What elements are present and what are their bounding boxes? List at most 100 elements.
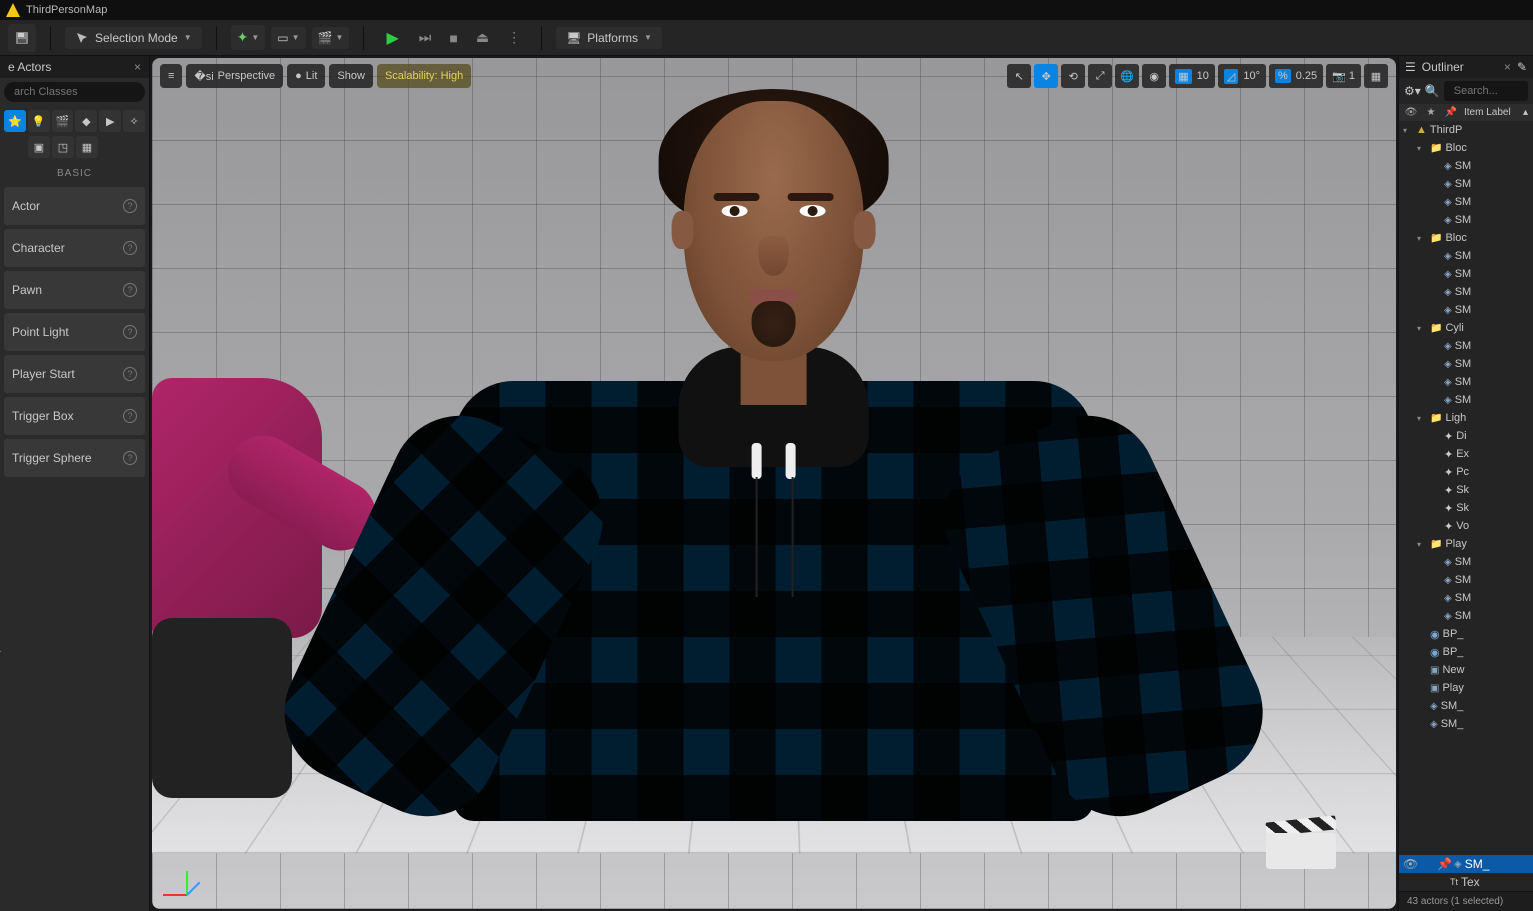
place-actors-tab[interactable]: e Actors × xyxy=(0,56,149,78)
grid-snap-button[interactable]: ▦10 xyxy=(1169,64,1215,88)
tree-row[interactable]: ◈SM xyxy=(1399,157,1533,175)
play-button[interactable]: ▶ xyxy=(378,24,406,52)
filter-cinematic-button[interactable]: 🎬 xyxy=(52,110,74,132)
outliner-tree[interactable]: ▾▲ThirdP▾📁Bloc◈SM◈SM◈SM◈SM▾📁Bloc◈SM◈SM◈S… xyxy=(1399,121,1533,855)
tree-row[interactable]: ◈SM xyxy=(1399,301,1533,319)
filter-all-button[interactable]: ▦ xyxy=(76,136,98,158)
help-icon[interactable]: ? xyxy=(123,409,137,423)
tree-row[interactable]: ◈SM_ xyxy=(1399,715,1533,733)
tree-row[interactable]: ▣New xyxy=(1399,661,1533,679)
viewport-layout-button[interactable]: ▦ xyxy=(1364,64,1388,88)
select-mode-button[interactable]: ↖ xyxy=(1007,64,1031,88)
expand-icon[interactable]: ▾ xyxy=(1417,540,1427,549)
filter-lights-button[interactable]: 💡 xyxy=(28,110,50,132)
item-label-column[interactable]: Item Label xyxy=(1464,107,1517,118)
viewport[interactable] xyxy=(152,58,1396,909)
eject-button[interactable]: ⏏ xyxy=(470,25,495,50)
tree-row[interactable]: ▾▲ThirdP xyxy=(1399,121,1533,139)
tree-row[interactable]: ✦Sk xyxy=(1399,481,1533,499)
filter-media-button[interactable]: ▶ xyxy=(99,110,121,132)
settings-icon[interactable]: ⚙▾ xyxy=(1404,84,1421,98)
tree-row[interactable]: ★◉BP_ xyxy=(1399,643,1533,661)
bookmark-column-icon[interactable]: ★ xyxy=(1424,107,1438,118)
pin-icon[interactable]: 📌 xyxy=(1437,857,1451,871)
blueprint-button[interactable]: ▭ ▼ xyxy=(271,27,305,49)
outliner-tab[interactable]: ☰ Outliner × ✎ xyxy=(1399,56,1533,78)
tree-row[interactable]: Tt Tex xyxy=(1399,873,1533,891)
tree-row[interactable]: ◈SM xyxy=(1399,589,1533,607)
tree-row-selected[interactable]: 👁 📌 ◈ SM_ xyxy=(1399,855,1533,873)
tree-row[interactable]: ◈SM xyxy=(1399,391,1533,409)
scalability-button[interactable]: Scalability: High xyxy=(377,64,471,88)
tree-row[interactable]: ▾📁Ligh xyxy=(1399,409,1533,427)
tree-row[interactable]: ◈SM xyxy=(1399,373,1533,391)
rotate-mode-button[interactable]: ⟲ xyxy=(1061,64,1085,88)
platforms-dropdown[interactable]: 🖥 Platforms ▼ xyxy=(556,27,662,49)
tree-row[interactable]: ▣Play xyxy=(1399,679,1533,697)
help-icon[interactable]: ? xyxy=(123,325,137,339)
visibility-icon[interactable]: 👁 xyxy=(1403,857,1417,871)
tree-row[interactable]: ◈SM_ xyxy=(1399,697,1533,715)
filter-favorites-button[interactable]: ⭐ xyxy=(4,110,26,132)
filter-shapes-button[interactable]: ◆ xyxy=(75,110,97,132)
expand-icon[interactable]: ▾ xyxy=(1417,144,1427,153)
tree-row[interactable]: ◈SM xyxy=(1399,283,1533,301)
tree-row[interactable]: ◈SM xyxy=(1399,337,1533,355)
tree-row[interactable]: ◈SM xyxy=(1399,553,1533,571)
actor-item-trigger-box[interactable]: Trigger Box ? xyxy=(4,397,145,435)
tree-row[interactable]: ◈SM xyxy=(1399,247,1533,265)
camera-speed-button[interactable]: 📷1 xyxy=(1326,64,1361,88)
filter-geometry-button[interactable]: ▣ xyxy=(28,136,50,158)
tree-row[interactable]: ✦Ex xyxy=(1399,445,1533,463)
tree-row[interactable]: ◈SM xyxy=(1399,607,1533,625)
tree-row[interactable]: ◈SM xyxy=(1399,355,1533,373)
actor-item-character[interactable]: Character ? xyxy=(4,229,145,267)
tree-row[interactable]: ◈SM xyxy=(1399,571,1533,589)
translate-mode-button[interactable]: ✥ xyxy=(1034,64,1058,88)
tree-row[interactable]: ◉BP_ xyxy=(1399,625,1533,643)
actor-item-pawn[interactable]: Pawn ? xyxy=(4,271,145,309)
close-icon[interactable]: × xyxy=(1504,60,1511,74)
outliner-search-input[interactable] xyxy=(1444,81,1528,101)
actor-item-actor[interactable]: Actor ? xyxy=(4,187,145,225)
tree-row[interactable]: ◈SM xyxy=(1399,175,1533,193)
scale-snap-button[interactable]: %0.25 xyxy=(1269,64,1323,88)
tree-row[interactable]: ▾📁Play xyxy=(1399,535,1533,553)
pin-column-icon[interactable]: 📌 xyxy=(1444,107,1458,118)
close-icon[interactable]: × xyxy=(134,60,141,74)
play-options-button[interactable]: ⋮ xyxy=(501,25,527,50)
expand-icon[interactable]: ▾ xyxy=(1417,324,1427,333)
perspective-dropdown[interactable]: �si Perspective xyxy=(186,64,283,88)
surface-snap-button[interactable]: ◉ xyxy=(1142,64,1166,88)
sort-icon[interactable]: ▴ xyxy=(1523,107,1528,118)
tree-row[interactable]: ✦Di xyxy=(1399,427,1533,445)
tree-row[interactable]: ◈SM xyxy=(1399,193,1533,211)
scale-mode-button[interactable]: ⤢ xyxy=(1088,64,1112,88)
tree-row[interactable]: ▾📁Bloc xyxy=(1399,139,1533,157)
show-dropdown[interactable]: Show xyxy=(329,64,373,88)
filter-fx-button[interactable]: ✧ xyxy=(123,110,145,132)
help-icon[interactable]: ? xyxy=(123,199,137,213)
actor-item-point-light[interactable]: Point Light ? xyxy=(4,313,145,351)
lit-dropdown[interactable]: ● Lit xyxy=(287,64,325,88)
cinematics-button[interactable]: 🎬 ▼ xyxy=(312,27,350,49)
actor-item-player-start[interactable]: Player Start ? xyxy=(4,355,145,393)
viewport-menu-button[interactable]: ≡ xyxy=(160,64,182,88)
tree-row[interactable]: ✦Pc xyxy=(1399,463,1533,481)
edit-icon[interactable]: ✎ xyxy=(1517,60,1527,74)
tree-row[interactable]: ✦Sk xyxy=(1399,499,1533,517)
angle-snap-button[interactable]: ◿10° xyxy=(1218,64,1266,88)
help-icon[interactable]: ? xyxy=(123,367,137,381)
expand-icon[interactable]: ▾ xyxy=(1403,126,1413,135)
skip-button[interactable]: ⏭ xyxy=(413,25,438,50)
tree-row[interactable]: ✦Vo xyxy=(1399,517,1533,535)
tree-row[interactable]: ▾📁Bloc xyxy=(1399,229,1533,247)
tree-row[interactable]: ◈SM xyxy=(1399,211,1533,229)
expand-icon[interactable]: ▾ xyxy=(1417,414,1427,423)
save-button[interactable] xyxy=(8,24,36,52)
world-local-toggle[interactable]: 🌐 xyxy=(1115,64,1139,88)
help-icon[interactable]: ? xyxy=(123,283,137,297)
help-icon[interactable]: ? xyxy=(123,241,137,255)
tree-row[interactable]: ◈SM xyxy=(1399,265,1533,283)
help-icon[interactable]: ? xyxy=(123,451,137,465)
